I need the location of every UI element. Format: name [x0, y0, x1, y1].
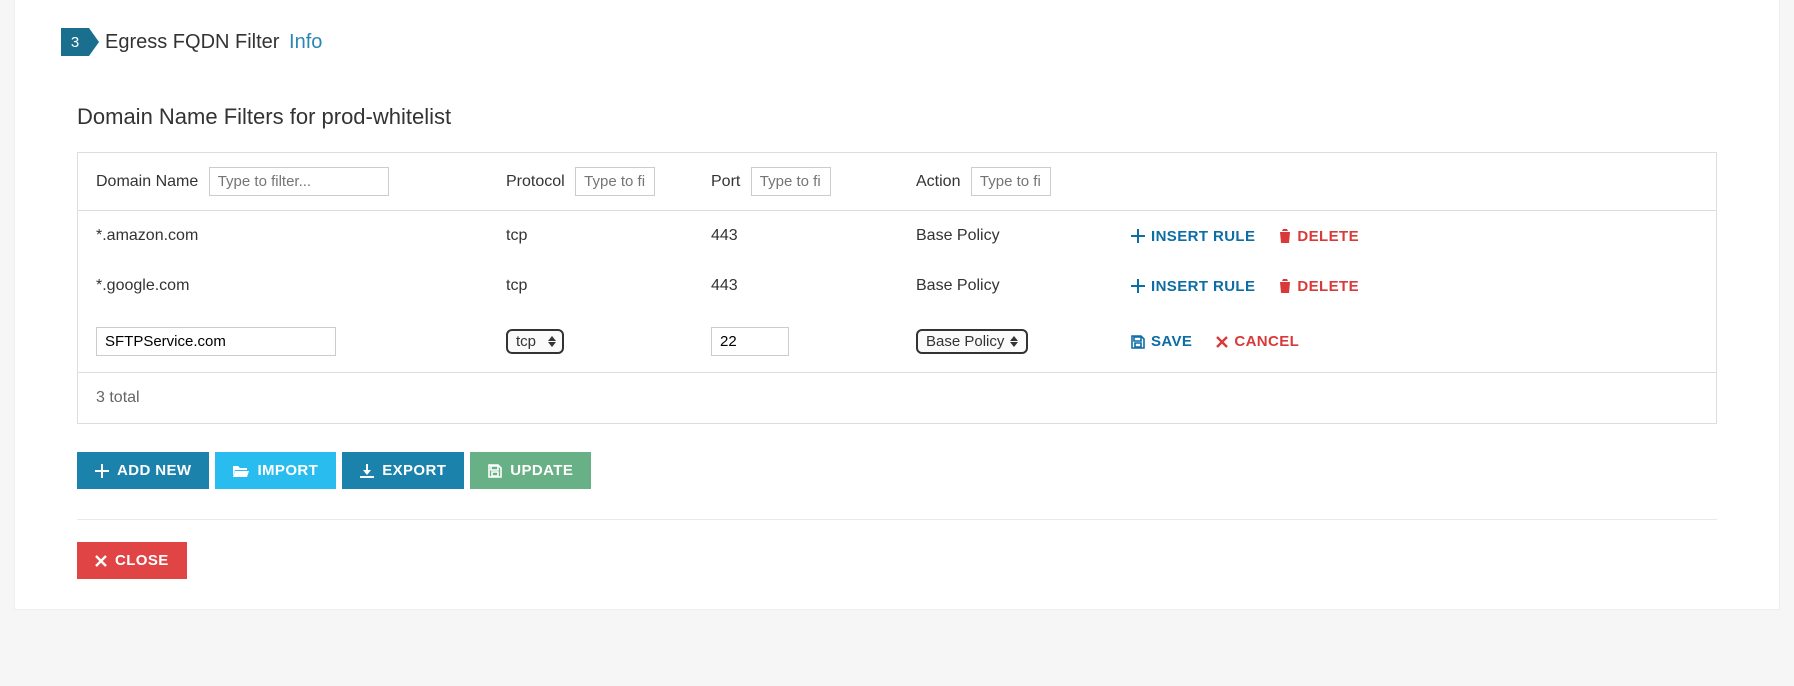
- edit-domain-input[interactable]: [96, 327, 336, 356]
- table-edit-row: tcp Base Policy: [78, 311, 1716, 372]
- select-caret-icon: [548, 336, 556, 347]
- panel-body: Domain Name Filters for prod-whitelist D…: [15, 64, 1779, 609]
- edit-protocol-select[interactable]: tcp: [506, 329, 564, 354]
- folder-open-icon: [233, 464, 249, 478]
- column-label-protocol: Protocol: [506, 173, 565, 190]
- step-number: 3: [71, 34, 79, 51]
- column-header-protocol: Protocol: [506, 167, 711, 196]
- edit-port-input[interactable]: [711, 327, 789, 356]
- delete-button[interactable]: DELETE: [1279, 228, 1359, 245]
- main-panel: 3 Egress FQDN Filter Info Domain Name Fi…: [14, 0, 1780, 610]
- insert-rule-button[interactable]: INSERT RULE: [1131, 228, 1255, 245]
- update-label: UPDATE: [510, 462, 573, 479]
- close-label: CLOSE: [115, 552, 169, 569]
- section-title-text: Egress FQDN Filter: [105, 31, 279, 53]
- table-filter-row: Domain Name Protocol Port Action: [78, 153, 1716, 211]
- add-new-button[interactable]: ADD NEW: [77, 452, 209, 489]
- save-icon: [1131, 335, 1145, 349]
- trash-icon: [1279, 279, 1291, 293]
- insert-rule-button[interactable]: INSERT RULE: [1131, 278, 1255, 295]
- add-new-label: ADD NEW: [117, 462, 191, 479]
- close-button[interactable]: CLOSE: [77, 542, 187, 579]
- edit-action-value: Base Policy: [926, 333, 1004, 350]
- column-header-domain: Domain Name: [96, 167, 506, 196]
- edit-protocol-value: tcp: [516, 333, 536, 350]
- delete-button[interactable]: DELETE: [1279, 278, 1359, 295]
- export-label: EXPORT: [382, 462, 446, 479]
- filter-input-action[interactable]: [971, 167, 1051, 196]
- info-link[interactable]: Info: [289, 31, 322, 53]
- section-title: Egress FQDN Filter Info: [105, 31, 322, 54]
- insert-rule-label: INSERT RULE: [1151, 278, 1255, 295]
- cell-port: 443: [711, 227, 738, 244]
- cell-domain: *.amazon.com: [96, 227, 198, 244]
- filters-table: Domain Name Protocol Port Action: [77, 152, 1717, 424]
- delete-label: DELETE: [1297, 278, 1359, 295]
- panel-title: Domain Name Filters for prod-whitelist: [77, 104, 1717, 130]
- cell-domain: *.google.com: [96, 277, 189, 294]
- filter-input-protocol[interactable]: [575, 167, 655, 196]
- import-label: IMPORT: [257, 462, 318, 479]
- section-header: 3 Egress FQDN Filter Info: [15, 0, 1779, 64]
- cancel-button[interactable]: CANCEL: [1216, 333, 1299, 350]
- plus-icon: [1131, 279, 1145, 293]
- table-footer: 3 total: [78, 372, 1716, 423]
- total-count: 3 total: [96, 389, 140, 407]
- import-button[interactable]: IMPORT: [215, 452, 336, 489]
- delete-label: DELETE: [1297, 228, 1359, 245]
- plus-icon: [1131, 229, 1145, 243]
- close-icon: [1216, 336, 1228, 348]
- filter-input-domain[interactable]: [209, 167, 389, 196]
- save-button[interactable]: SAVE: [1131, 333, 1192, 350]
- column-header-action: Action: [916, 167, 1131, 196]
- column-label-domain: Domain Name: [96, 173, 198, 190]
- column-label-port: Port: [711, 173, 740, 190]
- cell-protocol: tcp: [506, 227, 527, 244]
- download-icon: [360, 464, 374, 478]
- filter-input-port[interactable]: [751, 167, 831, 196]
- cancel-label: CANCEL: [1234, 333, 1299, 350]
- edit-action-select[interactable]: Base Policy: [916, 329, 1028, 354]
- save-icon: [488, 464, 502, 478]
- table-row: *.amazon.com tcp 443 Base Policy INSERT …: [78, 211, 1716, 261]
- table-row: *.google.com tcp 443 Base Policy INSERT …: [78, 261, 1716, 311]
- insert-rule-label: INSERT RULE: [1151, 228, 1255, 245]
- column-header-port: Port: [711, 167, 916, 196]
- update-button[interactable]: UPDATE: [470, 452, 591, 489]
- action-button-row: ADD NEW IMPORT EXPORT UPDATE: [77, 452, 1717, 520]
- cell-protocol: tcp: [506, 277, 527, 294]
- select-caret-icon: [1010, 336, 1018, 347]
- close-row: CLOSE: [77, 542, 1717, 579]
- plus-icon: [95, 464, 109, 478]
- trash-icon: [1279, 229, 1291, 243]
- export-button[interactable]: EXPORT: [342, 452, 464, 489]
- cell-action: Base Policy: [916, 277, 1000, 294]
- cell-action: Base Policy: [916, 227, 1000, 244]
- column-label-action: Action: [916, 173, 960, 190]
- cell-port: 443: [711, 277, 738, 294]
- step-number-badge: 3: [61, 28, 89, 56]
- close-icon: [95, 555, 107, 567]
- save-label: SAVE: [1151, 333, 1192, 350]
